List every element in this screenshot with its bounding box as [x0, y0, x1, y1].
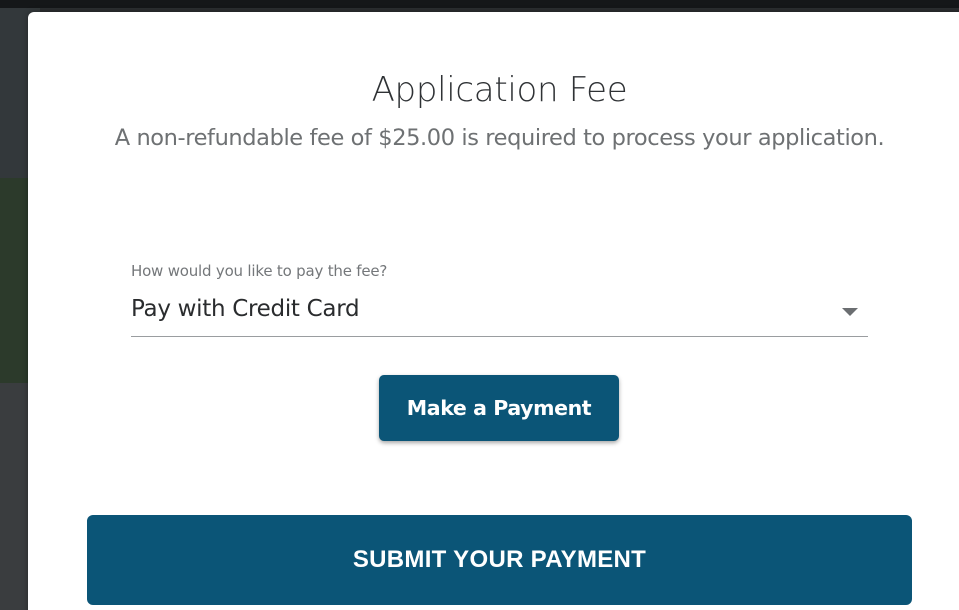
payment-method-select[interactable]: Pay with Credit Card	[131, 286, 868, 337]
payment-method-field: How would you like to pay the fee? Pay w…	[131, 256, 868, 338]
payment-method-selected-value: Pay with Credit Card	[131, 296, 360, 322]
dropdown-caret-icon	[842, 308, 858, 316]
screen: Application Fee A non-refundable fee of …	[0, 0, 959, 610]
application-fee-modal: Application Fee A non-refundable fee of …	[28, 12, 959, 610]
payment-method-label: How would you like to pay the fee?	[131, 262, 388, 280]
background-top-edge	[0, 0, 959, 8]
submit-payment-button[interactable]: SUBMIT YOUR PAYMENT	[87, 515, 912, 605]
modal-subtitle: A non-refundable fee of $25.00 is requir…	[114, 125, 885, 151]
modal-title: Application Fee	[371, 70, 628, 110]
make-payment-button[interactable]: Make a Payment	[379, 375, 619, 441]
